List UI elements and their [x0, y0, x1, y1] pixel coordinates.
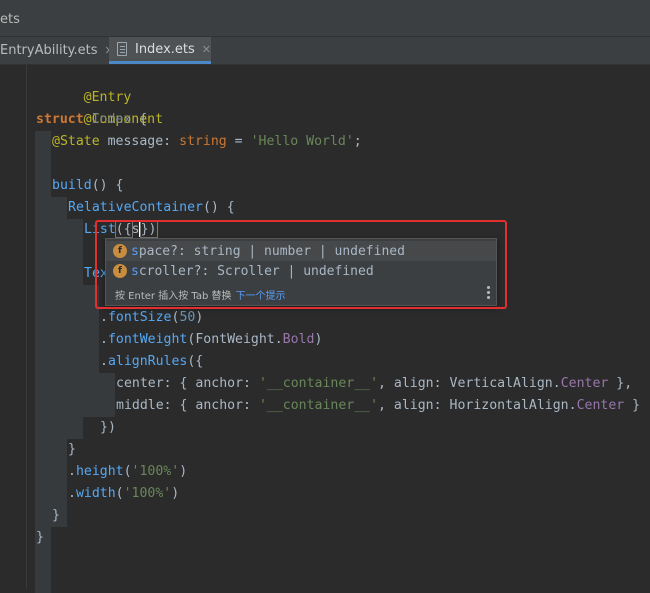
code-line: }: [36, 530, 44, 545]
tab-label: EntryAbility.ets: [0, 43, 98, 58]
tab-index[interactable]: Index.ets ✕: [109, 37, 211, 64]
code-line: center: { anchor: '__container__', align…: [116, 376, 633, 391]
code-line: build() {: [52, 178, 124, 193]
code-line: }: [68, 442, 76, 457]
tab-entryability[interactable]: EntryAbility.ets ✕: [0, 37, 114, 64]
highlight-annotation: [95, 220, 507, 309]
window-title: ets: [0, 12, 20, 27]
editor-tab-bar: EntryAbility.ets ✕ Index.ets ✕: [0, 37, 650, 65]
code-line: }): [100, 420, 116, 435]
code-line: @Entry: [83, 90, 132, 105]
file-icon: [117, 42, 127, 56]
code-line: .alignRules({: [100, 354, 204, 369]
code-line: .fontWeight(FontWeight.Bold): [100, 332, 323, 347]
code-line: .width('100%'): [68, 486, 180, 501]
code-line: @Component: [83, 112, 164, 127]
code-line: RelativeContainer() {: [68, 200, 235, 215]
close-icon[interactable]: ✕: [202, 43, 211, 56]
code-line: .height('100%'): [68, 464, 188, 479]
code-line: @State message: string = 'Hello World';: [52, 134, 362, 149]
title-bar: ets: [0, 0, 650, 37]
code-editor[interactable]: @Entry @Component struct Index { @State …: [0, 65, 650, 593]
code-line: .fontSize(50): [100, 310, 204, 325]
editor-gutter: [0, 65, 27, 589]
tab-label: Index.ets: [134, 41, 195, 57]
code-line: }: [52, 508, 60, 523]
code-line: middle: { anchor: '__container__', align…: [116, 398, 641, 413]
code-line: struct Index {: [36, 112, 148, 127]
